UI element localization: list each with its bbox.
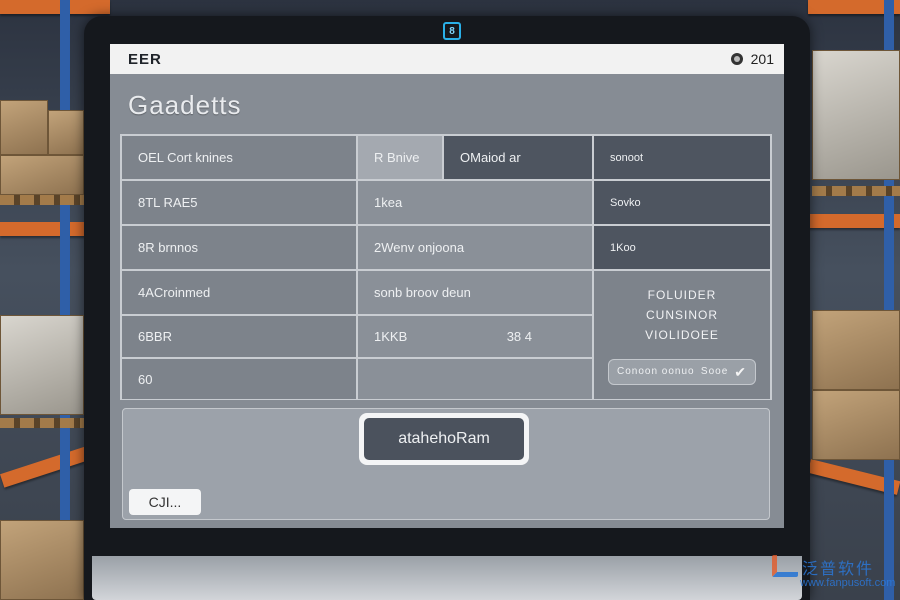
grid-cell[interactable]: R Bnive [357, 135, 443, 180]
grid-cell[interactable]: 1Koo [593, 225, 771, 270]
grid-cell[interactable]: OEL Cort knines [121, 135, 357, 180]
box [812, 50, 900, 180]
grid-cell[interactable]: 6BBR [121, 315, 357, 358]
cell-text: sonoot [610, 151, 644, 164]
watermark-logo-icon [772, 555, 798, 577]
cell-text: R Bnive [374, 150, 420, 165]
grid-header-selected[interactable]: OMaiod ar [443, 135, 593, 180]
cell-text: 6BBR [138, 329, 172, 344]
cell-text: 8TL RAE5 [138, 195, 198, 210]
grid-cell[interactable]: 8TL RAE5 [121, 180, 357, 225]
cell-text: Sovko [610, 196, 641, 209]
camera-label: 8 [449, 25, 455, 37]
cell-text: 1Koo [610, 241, 636, 254]
rack-beam [0, 222, 90, 236]
box [0, 520, 84, 600]
cell-text: 1KKB [374, 329, 408, 344]
pill-right-group: Sooe ✔ [701, 362, 747, 382]
primary-action-button[interactable]: atahehoRam [359, 413, 529, 465]
side-panel: FOLUIDER CUNSINOR VIOLIDOEE Conoon oonuo… [593, 270, 771, 400]
grid-cell[interactable]: sonb broov deun [357, 270, 593, 315]
rack-beam [0, 446, 90, 488]
cell-value: 38 4 [506, 329, 532, 344]
pallet [0, 195, 84, 205]
box [0, 155, 84, 195]
app-brand: EER [128, 50, 162, 68]
grid-cell[interactable]: 2Wenv onjoona [357, 225, 593, 270]
top-bar: EER 201 [110, 44, 784, 74]
grid-cell[interactable]: 4ACroinmed [121, 270, 357, 315]
cell-text: 2Wenv onjoona [374, 240, 465, 255]
monitor-chin [92, 556, 802, 600]
box [48, 110, 84, 155]
side-panel-line: FOLUIDER [647, 288, 717, 302]
grid-cell[interactable]: 1kea [357, 180, 593, 225]
watermark: 泛普软件 www.fanpusoft.com [772, 553, 900, 597]
data-grid: OEL Cort knines 8TL RAE5 8R brnnos 4ACro… [120, 134, 772, 400]
screen: EER 201 Gaadetts OEL Cort knines 8TL RAE… [110, 44, 784, 528]
watermark-cn: 泛普软件 [802, 561, 875, 578]
box [812, 390, 900, 460]
grid-cell[interactable]: 60 [121, 358, 357, 400]
side-panel-line: VIOLIDOEE [645, 328, 719, 342]
pallet [812, 186, 900, 196]
cell-text: 60 [138, 371, 153, 387]
cell-text: OMaiod ar [460, 150, 521, 165]
rack-beam [0, 0, 110, 14]
primary-action-label: atahehoRam [364, 418, 524, 460]
side-panel-pill[interactable]: Conoon oonuo Sooe ✔ [608, 359, 756, 385]
cell-text: 8R brnnos [138, 240, 198, 255]
top-right-status: 201 [730, 51, 774, 67]
pill-right-text: Sooe [700, 366, 729, 377]
check-icon: ✔ [734, 364, 747, 380]
grid-cell[interactable]: 1KKB 38 4 [357, 315, 593, 358]
grid-cell[interactable]: Sovko [593, 180, 771, 225]
pill-left-text: Conoon oonuo [617, 366, 695, 377]
record-icon[interactable] [730, 53, 743, 65]
grid-cell[interactable] [357, 358, 593, 400]
action-panel: atahehoRam CJI... [122, 408, 770, 520]
box [812, 310, 900, 390]
grid-cell[interactable]: sonoot [593, 135, 771, 180]
secondary-button[interactable]: CJI... [129, 489, 201, 515]
pallet [0, 418, 84, 428]
grid-cell[interactable]: 8R brnnos [121, 225, 357, 270]
cell-text: 1kea [374, 195, 403, 210]
box [0, 100, 48, 155]
box [0, 315, 84, 415]
watermark-url: www.fanpusoft.com [800, 577, 896, 589]
side-panel-line: CUNSINOR [645, 308, 718, 322]
page-title: Gaadetts [128, 90, 242, 120]
cell-text: OEL Cort knines [138, 150, 233, 165]
camera-icon: 8 [443, 22, 461, 40]
cell-text: 4ACroinmed [138, 285, 211, 300]
cell-text: sonb broov deun [374, 285, 471, 300]
top-right-text: 201 [750, 51, 774, 67]
rack-post [60, 0, 70, 600]
